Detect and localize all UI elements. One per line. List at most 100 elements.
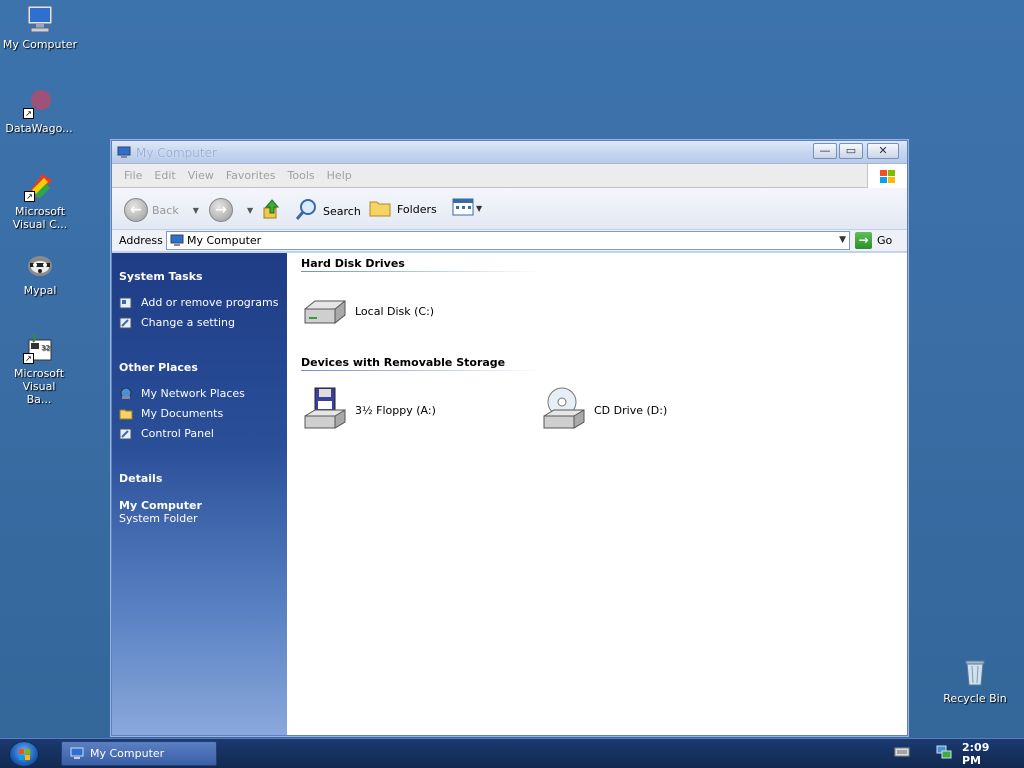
- address-value: My Computer: [187, 234, 262, 247]
- back-button[interactable]: ← Back ▼: [124, 198, 199, 222]
- search-icon: [295, 198, 319, 225]
- chevron-down-icon: ▼: [247, 205, 254, 215]
- explorer-window: My Computer — ▭ ✕ File Edit View Favorit…: [111, 140, 908, 736]
- desktop-icon-visual-c[interactable]: ↗ Microsoft Visual C...: [0, 170, 80, 231]
- go-button[interactable]: → Go: [855, 232, 892, 249]
- back-label: Back: [152, 203, 179, 217]
- minimize-button[interactable]: —: [813, 143, 837, 159]
- views-button[interactable]: ▼: [452, 198, 482, 219]
- recycle-bin-icon: [959, 657, 991, 689]
- system-tray: 2:09 PM: [894, 739, 1024, 768]
- other-places-heading[interactable]: Other Places: [119, 361, 198, 374]
- my-documents-link[interactable]: My Documents: [119, 407, 223, 420]
- menu-view[interactable]: View: [182, 169, 220, 182]
- start-button[interactable]: [9, 741, 39, 767]
- link-label: My Network Places: [141, 387, 245, 400]
- desktop-icon-label: Mypal: [23, 284, 57, 297]
- address-label: Address: [119, 234, 163, 247]
- link-label: Control Panel: [141, 427, 214, 440]
- drive-label: Local Disk (C:): [355, 304, 435, 318]
- details-heading[interactable]: Details: [119, 472, 162, 485]
- link-label: My Documents: [141, 407, 224, 420]
- taskbar-button-my-computer[interactable]: My Computer: [61, 741, 217, 766]
- desktop-icon-recycle-bin[interactable]: Recycle Bin: [935, 657, 1015, 705]
- menu-bar: File Edit View Favorites Tools Help: [112, 164, 907, 188]
- up-folder-icon: [262, 198, 282, 223]
- menu-edit[interactable]: Edit: [148, 169, 181, 182]
- window-title: My Computer: [136, 146, 217, 160]
- my-network-places-link[interactable]: My Network Places: [119, 387, 245, 400]
- drive-label: 3½ Floppy (A:): [355, 403, 436, 417]
- windows-logo-icon: [867, 164, 907, 188]
- desktop-icon-label: DataWago...: [5, 122, 73, 135]
- network-tray-icon[interactable]: [936, 745, 952, 762]
- shortcut-arrow-icon: ↗: [24, 191, 35, 202]
- desktop-icon-my-computer[interactable]: My Computer: [0, 3, 80, 51]
- address-input[interactable]: My Computer ▼: [166, 231, 850, 250]
- chevron-down-icon[interactable]: ▼: [839, 235, 846, 245]
- link-label: Change a setting: [141, 316, 235, 329]
- folders-button[interactable]: Folders: [369, 198, 437, 221]
- computer-icon: [70, 747, 84, 760]
- network-places-icon: [119, 387, 133, 400]
- go-label: Go: [877, 234, 893, 247]
- drive-floppy-a[interactable]: 3½ Floppy (A:): [301, 386, 436, 434]
- menu-file[interactable]: File: [118, 169, 148, 182]
- desktop-icon-datawago[interactable]: ↗ DataWago...: [0, 87, 79, 135]
- documents-folder-icon: [119, 407, 133, 420]
- taskbar: My Computer 2:09 PM: [0, 738, 1024, 768]
- drive-local-disk-c[interactable]: Local Disk (C:): [301, 287, 434, 335]
- toolbar: ← Back ▼ → ▼ Search Folders ▼: [112, 188, 907, 230]
- group-title-removable-storage: Devices with Removable Storage: [301, 356, 506, 369]
- address-bar: Address My Computer ▼ → Go: [112, 230, 907, 252]
- group-title-hard-disk-drives: Hard Disk Drives: [301, 257, 405, 270]
- computer-icon: [117, 146, 131, 159]
- add-remove-programs-link[interactable]: Add or remove programs: [119, 296, 279, 309]
- content-pane: Hard Disk Drives Local Disk (C:) Devices…: [287, 253, 907, 735]
- system-tasks-heading[interactable]: System Tasks: [119, 270, 203, 283]
- mypal-icon: [24, 249, 56, 281]
- cd-drive-icon: [540, 386, 588, 434]
- shortcut-arrow-icon: ↗: [23, 108, 34, 119]
- menu-tools[interactable]: Tools: [282, 169, 321, 182]
- clock[interactable]: 2:09 PM: [962, 741, 1008, 767]
- add-remove-programs-icon: [119, 296, 133, 309]
- hard-disk-icon: [301, 287, 349, 335]
- title-bar[interactable]: My Computer — ▭ ✕: [112, 141, 907, 164]
- up-button[interactable]: [262, 198, 282, 223]
- desktop-icon-visual-basic[interactable]: 32 ↗ Microsoft Visual Ba...: [0, 332, 79, 406]
- menu-help[interactable]: Help: [321, 169, 358, 182]
- task-pane: System Tasks Add or remove programs Chan…: [112, 253, 287, 735]
- details-name: My Computer: [119, 499, 202, 512]
- views-icon: [452, 198, 476, 219]
- drive-cd-d[interactable]: CD Drive (D:): [540, 386, 667, 434]
- computer-icon: [24, 3, 56, 35]
- visual-basic-icon: 32 ↗: [23, 332, 55, 364]
- desktop-icon-mypal[interactable]: Mypal: [0, 249, 80, 297]
- window-body: System Tasks Add or remove programs Chan…: [112, 253, 907, 735]
- forward-button[interactable]: → ▼: [209, 198, 253, 222]
- floppy-drive-icon: [301, 386, 349, 434]
- forward-arrow-icon: →: [209, 198, 233, 222]
- computer-icon: [170, 234, 184, 247]
- datawago-icon: ↗: [23, 87, 55, 119]
- menu-favorites[interactable]: Favorites: [220, 169, 282, 182]
- go-arrow-icon: →: [855, 232, 872, 249]
- maximize-button[interactable]: ▭: [839, 143, 863, 159]
- drive-label: CD Drive (D:): [594, 403, 668, 417]
- search-label: Search: [323, 205, 361, 218]
- chevron-down-icon: ▼: [476, 204, 483, 213]
- close-button[interactable]: ✕: [867, 143, 899, 159]
- shortcut-arrow-icon: ↗: [23, 353, 34, 364]
- change-setting-link[interactable]: Change a setting: [119, 316, 235, 329]
- group-divider: [301, 271, 541, 272]
- link-label: Add or remove programs: [141, 296, 279, 309]
- svg-text:32: 32: [41, 344, 50, 352]
- folders-label: Folders: [397, 203, 437, 216]
- details-type: System Folder: [119, 512, 198, 525]
- folder-icon: [369, 198, 391, 221]
- control-panel-link[interactable]: Control Panel: [119, 427, 214, 440]
- desktop-icon-label: Microsoft Visual Ba...: [13, 367, 65, 406]
- search-button[interactable]: Search: [295, 198, 361, 225]
- keyboard-icon[interactable]: [894, 746, 910, 761]
